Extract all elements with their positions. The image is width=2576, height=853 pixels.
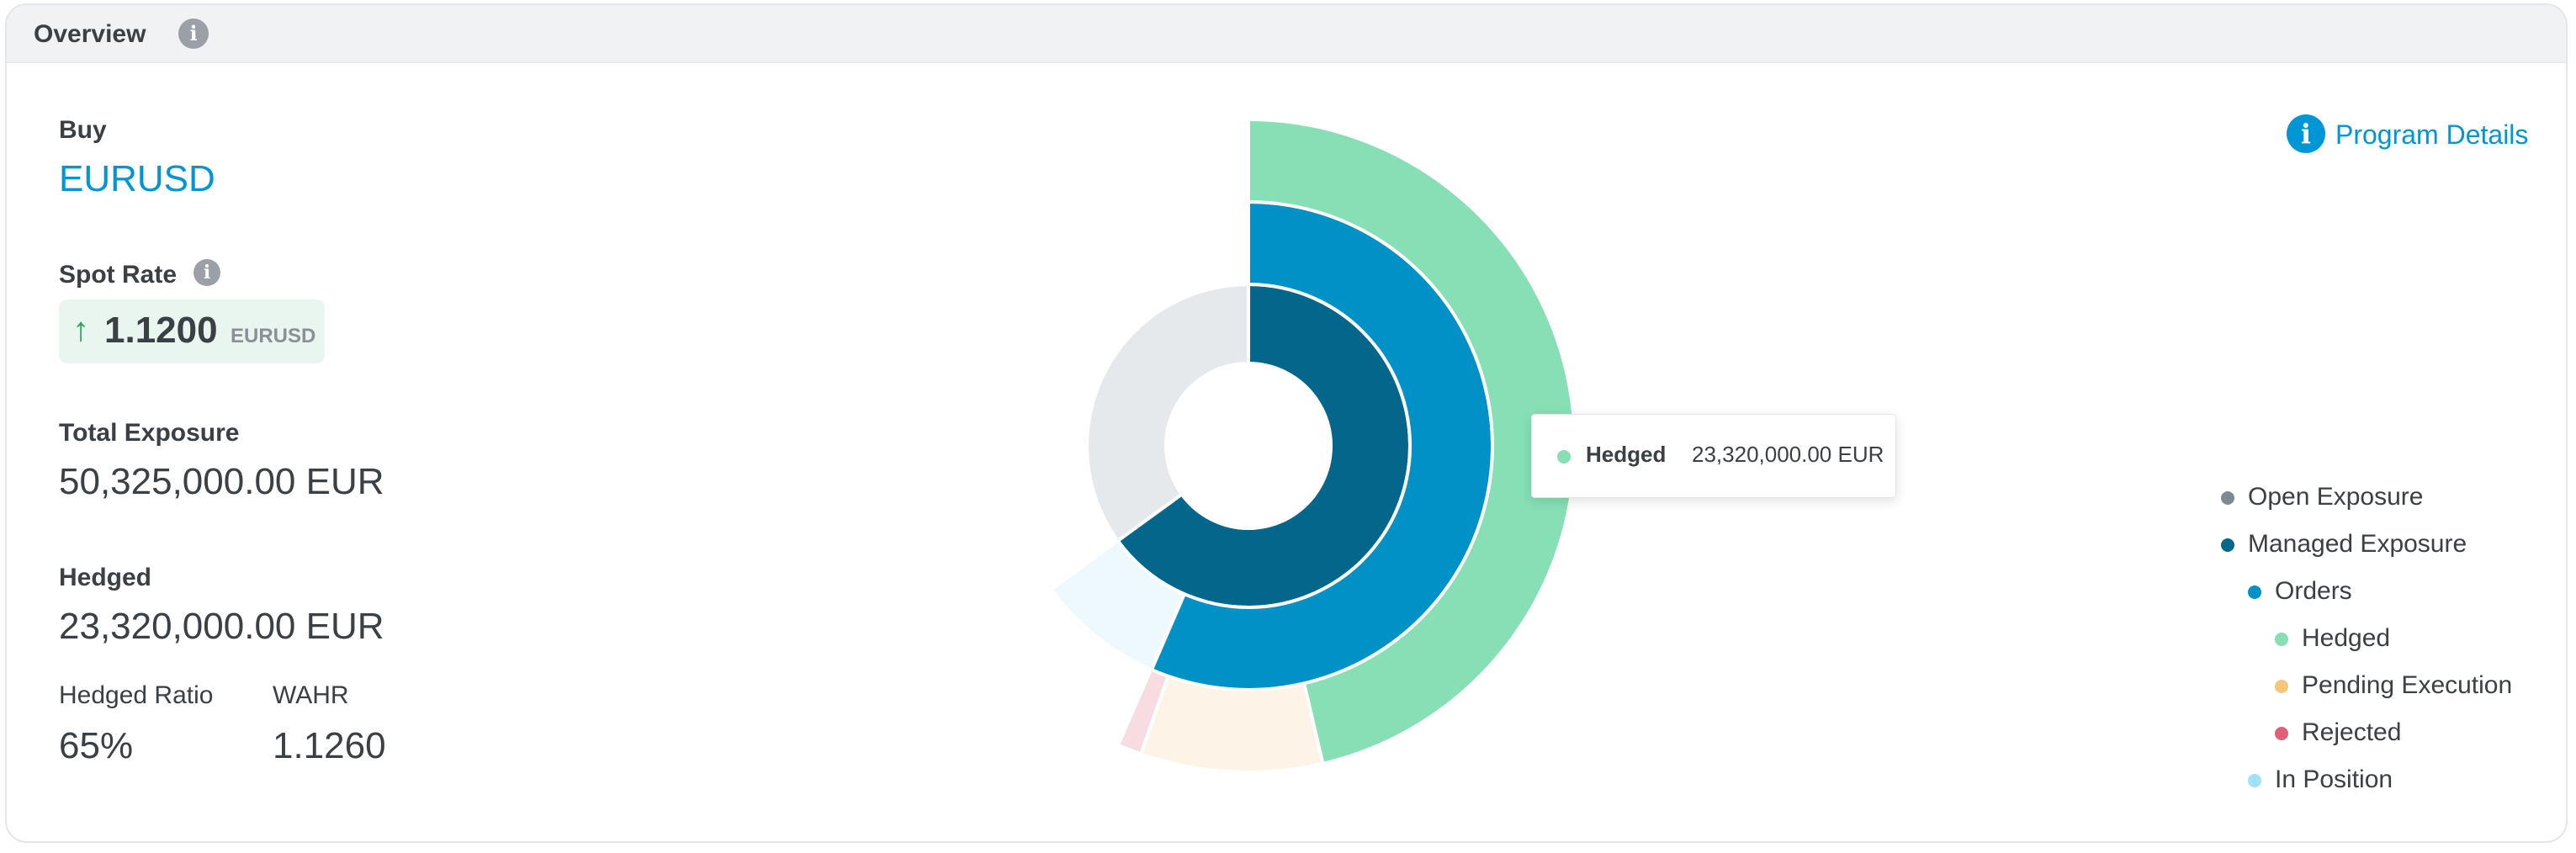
legend-dot xyxy=(2275,680,2288,693)
sunburst-chart xyxy=(1048,117,1577,774)
legend-dot xyxy=(2275,633,2288,646)
legend-label: Orders xyxy=(2275,577,2352,605)
legend-label: In Position xyxy=(2275,766,2393,793)
tooltip-value: 23,320,000.00 EUR xyxy=(1692,442,1884,467)
legend-dot xyxy=(2221,491,2234,505)
legend-dot xyxy=(2248,774,2261,787)
legend-dot xyxy=(2275,727,2288,740)
chart-tooltip: Hedged 23,320,000.00 EUR xyxy=(1531,414,1896,498)
overview-card: Overview i Buy EURUSD Spot Rate i ↑ 1.12… xyxy=(5,3,2568,843)
legend-label: Rejected xyxy=(2302,718,2402,746)
legend-label: Pending Execution xyxy=(2302,671,2513,699)
legend-label: Hedged xyxy=(2302,624,2391,652)
legend-dot xyxy=(2221,538,2234,552)
legend-dot xyxy=(2248,585,2261,599)
sunburst-segment-pending-execution[interactable] xyxy=(1138,674,1325,774)
legend-label: Managed Exposure xyxy=(2248,530,2467,558)
tooltip-name: Hedged xyxy=(1586,442,1667,467)
sunburst-segment-open-exposure[interactable] xyxy=(1085,282,1250,543)
legend-label: Open Exposure xyxy=(2248,483,2424,511)
tooltip-dot xyxy=(1557,450,1571,464)
